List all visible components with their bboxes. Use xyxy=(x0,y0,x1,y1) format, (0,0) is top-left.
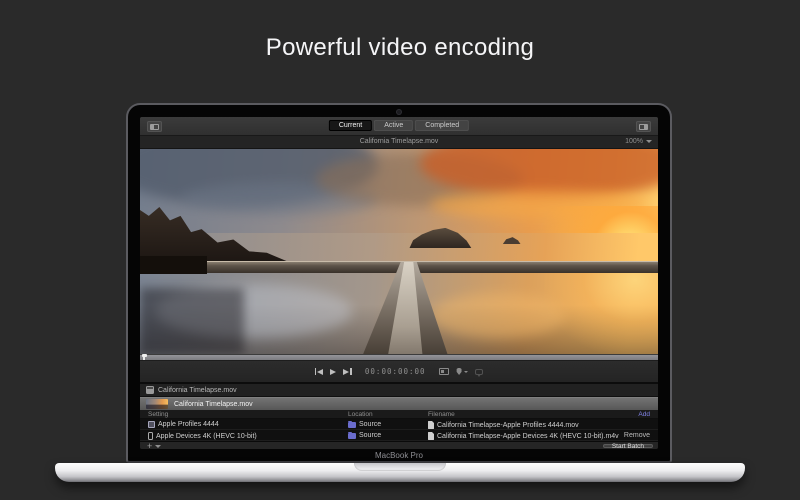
source-thumbnail xyxy=(146,399,168,409)
remove-output-link[interactable]: Remove xyxy=(624,432,650,439)
folder-icon xyxy=(348,433,356,439)
add-output-link[interactable]: Add xyxy=(638,411,650,418)
compressor-app-window: Current Active Completed California Time… xyxy=(140,117,658,449)
transport-bar: 00:00:00:00 xyxy=(140,361,658,382)
plus-icon: + xyxy=(147,442,152,449)
batch-source-name: California Timelapse.mov xyxy=(158,387,237,394)
webcam-dot xyxy=(397,110,401,114)
skip-back-icon xyxy=(317,369,323,375)
macbook-bezel: Current Active Completed California Time… xyxy=(126,103,672,463)
zoom-control[interactable]: 100% xyxy=(625,138,652,145)
folder-icon xyxy=(348,422,356,428)
batch-panel: California Timelapse.mov California Time… xyxy=(140,382,658,449)
chevron-down-icon xyxy=(155,445,161,448)
column-location: Location xyxy=(348,411,373,418)
scene-foreground-rocks xyxy=(140,256,207,274)
batch-header-row[interactable]: California Timelapse.mov xyxy=(140,384,658,397)
selected-source-row[interactable]: California Timelapse.mov xyxy=(140,397,658,410)
playhead[interactable] xyxy=(143,355,145,360)
document-icon xyxy=(428,432,434,440)
play-button[interactable] xyxy=(330,369,336,375)
selected-source-name: California Timelapse.mov xyxy=(174,401,253,408)
play-icon xyxy=(330,369,336,375)
setting-name: Apple Devices 4K (HEVC 10-bit) xyxy=(156,433,257,440)
column-header-row: Setting Location Filename Add xyxy=(140,410,658,419)
timecode-display: 00:00:00:00 xyxy=(365,367,426,376)
feedback-bubble-icon[interactable] xyxy=(475,369,483,375)
chevron-down-icon xyxy=(646,140,652,143)
start-batch-button[interactable]: Start Batch xyxy=(603,444,653,448)
viewer-titlebar: California Timelapse.mov 100% xyxy=(140,136,658,149)
add-job-menu-button[interactable]: + xyxy=(147,442,161,449)
output-filename: California Timelapse-Apple Profiles 4444… xyxy=(437,422,579,429)
app-toolbar: Current Active Completed xyxy=(140,117,658,136)
save-frame-icon[interactable] xyxy=(439,368,449,375)
tab-current[interactable]: Current xyxy=(329,120,372,131)
output-row[interactable]: Apple Profiles 4444 Source California Ti… xyxy=(140,419,658,430)
macbook-label: MacBook Pro xyxy=(128,451,670,460)
page-title: Powerful video encoding xyxy=(0,34,800,62)
zoom-level: 100% xyxy=(625,138,643,145)
previous-frame-button[interactable] xyxy=(315,368,324,375)
skip-back-icon xyxy=(315,368,317,375)
timeline-scrubber[interactable] xyxy=(140,354,658,361)
skip-forward-icon xyxy=(343,369,349,375)
preview-pane-toggle-button[interactable] xyxy=(147,121,162,132)
tab-active[interactable]: Active xyxy=(374,120,413,131)
tab-completed[interactable]: Completed xyxy=(415,120,469,131)
inspector-icon xyxy=(639,124,648,130)
status-tabs: Current Active Completed xyxy=(329,120,469,131)
macbook-lid-notch xyxy=(354,463,446,471)
chevron-down-icon xyxy=(464,371,468,373)
output-row[interactable]: Apple Devices 4K (HEVC 10-bit) Source Ca… xyxy=(140,430,658,441)
viewer-filename: California Timelapse.mov xyxy=(140,138,658,145)
scene-pool-wall xyxy=(192,261,658,273)
scene-dark-reflection xyxy=(140,288,244,354)
document-icon xyxy=(428,421,434,429)
device-setting-icon xyxy=(148,432,153,440)
sidebar-icon xyxy=(150,124,159,130)
skip-forward-icon xyxy=(350,368,352,375)
marker-icon xyxy=(456,368,463,375)
macbook-base xyxy=(55,463,745,482)
marker-menu-button[interactable] xyxy=(456,368,469,375)
next-frame-button[interactable] xyxy=(343,368,352,375)
location-name: Source xyxy=(359,421,381,428)
scene-sun-reflection xyxy=(544,272,658,354)
output-filename: California Timelapse-Apple Devices 4K (H… xyxy=(437,433,619,440)
column-setting: Setting xyxy=(148,411,168,418)
profile-setting-icon xyxy=(148,421,155,428)
batch-footer-bar: + Start Batch xyxy=(140,441,658,449)
column-filename: Filename xyxy=(428,411,455,418)
clapboard-icon xyxy=(146,386,154,394)
marketing-page: Powerful video encoding Current Active C… xyxy=(0,0,800,500)
location-name: Source xyxy=(359,432,381,439)
inspector-toggle-button[interactable] xyxy=(636,121,651,132)
setting-name: Apple Profiles 4444 xyxy=(158,421,219,428)
video-preview[interactable] xyxy=(140,149,658,354)
